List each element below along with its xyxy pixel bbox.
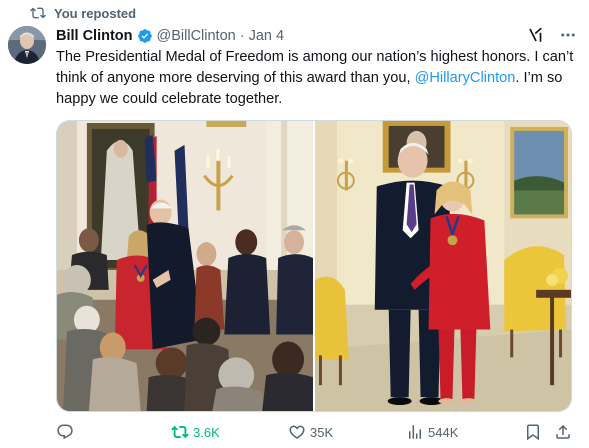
repost-icon: [30, 5, 46, 21]
tweet-header: Bill Clinton @BillClinton · Jan 4: [56, 26, 577, 46]
bookmark-button[interactable]: [524, 423, 542, 441]
bookmark-icon: [524, 423, 542, 441]
separator-dot: ·: [239, 28, 245, 44]
photo-medal-ceremony[interactable]: [57, 121, 313, 411]
views-button[interactable]: 544K: [406, 423, 458, 441]
verified-badge-icon: [137, 28, 153, 44]
repost-icon: [171, 423, 189, 441]
more-options-icon[interactable]: [559, 26, 577, 44]
repost-button[interactable]: 3.6K: [171, 423, 220, 441]
repost-banner[interactable]: You reposted: [30, 4, 136, 22]
author-name[interactable]: Bill Clinton: [56, 28, 133, 44]
grok-icon[interactable]: [527, 26, 545, 44]
views-count: 544K: [428, 424, 459, 440]
views-icon: [406, 423, 424, 441]
media-grid: [56, 120, 572, 412]
photo-couple-portrait[interactable]: [315, 121, 571, 411]
reply-icon: [56, 423, 74, 441]
share-button[interactable]: [554, 423, 572, 441]
tweet-text: The Presidential Medal of Freedom is amo…: [56, 47, 576, 110]
repost-banner-text: You reposted: [54, 5, 137, 21]
heart-icon: [288, 423, 306, 441]
author-handle[interactable]: @BillClinton: [157, 28, 236, 44]
reply-button[interactable]: [56, 423, 78, 441]
action-bar: 3.6K 35K 544K: [56, 420, 576, 444]
mention-link[interactable]: @HillaryClinton: [415, 70, 516, 86]
repost-count: 3.6K: [193, 424, 220, 440]
like-button[interactable]: 35K: [288, 423, 333, 441]
like-count: 35K: [310, 424, 334, 440]
avatar[interactable]: [8, 26, 46, 64]
tweet-date[interactable]: Jan 4: [249, 28, 284, 44]
share-icon: [554, 423, 572, 441]
